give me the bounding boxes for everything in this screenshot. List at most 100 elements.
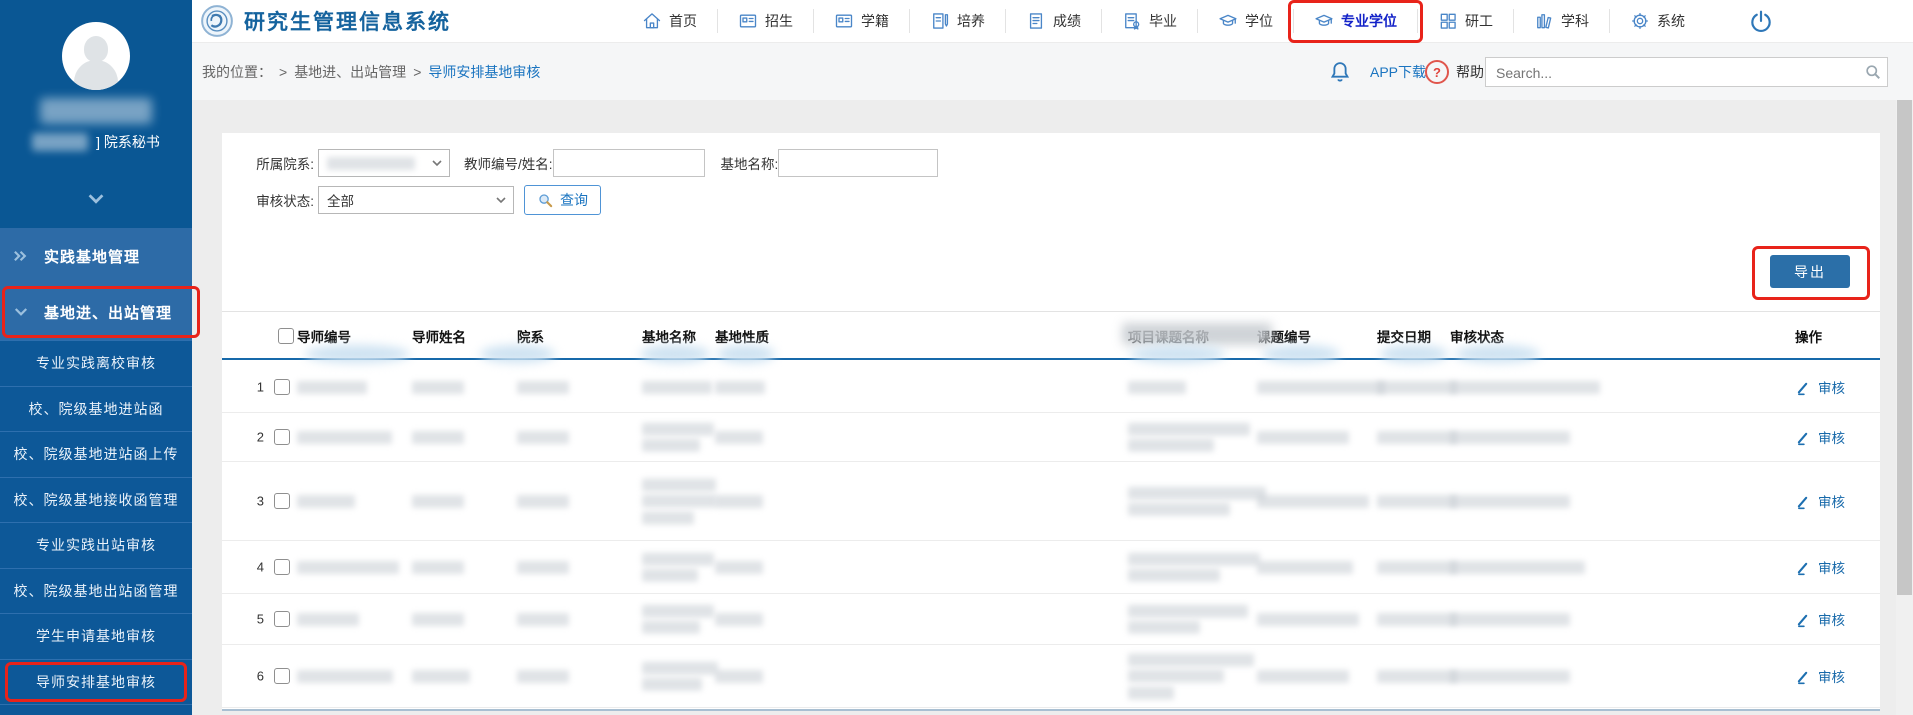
redacted-cell-jdmc [642,658,718,695]
redacted-text [715,670,763,683]
nav-item-成绩[interactable]: 成绩 [1005,9,1101,33]
redacted-text [1257,613,1359,626]
row-checkbox[interactable] [274,611,290,627]
nav-item-培养[interactable]: 培养 [909,9,1005,33]
nav-item-研工[interactable]: 研工 [1417,9,1513,33]
redacted-text [1377,613,1457,626]
select-all-cell [278,312,294,359]
pencil-icon [1795,429,1812,446]
nav-item-首页[interactable]: 首页 [622,9,717,33]
redacted-text [297,670,393,683]
redacted-text [1450,431,1570,444]
top-navigation: 首页招生 学籍培养成绩毕业学位专业学位研工学科 系统 [622,0,1705,42]
review-action-link[interactable]: 审核 [1795,377,1845,397]
nav-item-招生[interactable]: 招生 [717,9,813,33]
review-action-link[interactable]: 审核 [1795,557,1845,577]
nav-item-专业学位[interactable]: 专业学位 [1293,9,1417,33]
redacted-user-id [32,133,88,151]
logout-power-button[interactable] [1748,9,1774,35]
redaction-artifact [480,345,555,363]
content-area: 所属院系: 教师编号/姓名: 基地名称: 审核状态: 全部 [192,100,1913,715]
redacted-text [642,678,702,691]
sidebar-item-学生申请基地审核[interactable]: 学生申请基地审核 [0,613,192,659]
base-name-input[interactable] [778,149,938,177]
help-link[interactable]: ? 帮助 [1425,43,1484,101]
review-action-link[interactable]: 审核 [1795,491,1845,511]
redacted-text [517,670,569,683]
select-all-checkbox[interactable] [278,328,294,344]
nav-item-学位[interactable]: 学位 [1197,9,1293,33]
breadcrumb-separator: > [413,64,421,80]
sidebar-item-label: 学生申请基地审核 [36,626,156,646]
row-checkbox[interactable] [274,429,290,445]
review-action-link[interactable]: 审核 [1795,609,1845,629]
sidebar-item-专业实践出站审核[interactable]: 专业实践出站审核 [0,522,192,568]
redacted-text [517,431,569,444]
teacher-input[interactable] [553,149,705,177]
status-select[interactable]: 全部 [318,186,514,214]
review-action-label: 审核 [1818,491,1845,511]
query-button[interactable]: 查询 [524,185,601,215]
breadcrumb-bar: 我的位置： > 基地进、出站管理 > 导师安排基地审核 APP下载 ? 帮助 [192,42,1913,101]
search-icon[interactable] [1863,62,1883,82]
search-icon [537,192,554,209]
table-header-row: 导师编号导师姓名院系基地名称基地性质项目课题名称课题编号提交日期审核状态操作 [222,311,1880,360]
redacted-text [1450,613,1570,626]
base-filter-label: 基地名称: [721,153,779,173]
review-action-link[interactable]: 审核 [1795,666,1845,686]
sidebar-group-实践基地管理[interactable]: 实践基地管理 [0,228,192,284]
review-action-link[interactable]: 审核 [1795,427,1845,447]
row-checkbox[interactable] [274,559,290,575]
nav-item-毕业[interactable]: 毕业 [1101,9,1197,33]
bell-icon[interactable] [1327,59,1353,85]
cap-icon [1218,11,1238,31]
nav-item-学籍[interactable]: 学籍 [813,9,909,33]
breadcrumb-item[interactable]: 基地进、出站管理 [294,62,406,82]
nav-item-label: 系统 [1657,11,1685,31]
column-header-导师姓名: 导师姓名 [412,312,466,359]
search-input[interactable] [1494,58,1858,88]
redacted-cell-ktbh [1257,377,1385,397]
redacted-cell-bh [297,427,392,447]
status-select-value: 全部 [327,190,354,210]
sidebar-item-label: 专业实践出站审核 [36,535,156,555]
nav-item-label: 学籍 [861,11,889,31]
scrollbar-thumb[interactable] [1897,100,1912,595]
avatar[interactable] [62,22,130,90]
chevron-down-icon[interactable] [0,192,192,206]
app-download-link[interactable]: APP下载 [1370,43,1426,101]
export-button[interactable]: 导出 [1770,255,1850,288]
redacted-text [517,381,569,394]
redacted-text [1128,422,1250,435]
sidebar-item-新增企业导师[interactable]: 新增企业导师 [0,704,192,715]
row-checkbox[interactable] [274,668,290,684]
sidebar-item-校、院级基地接收函管理[interactable]: 校、院级基地接收函管理 [0,477,192,523]
redacted-text [412,561,464,574]
vertical-scrollbar[interactable] [1896,100,1913,715]
redacted-text [297,431,392,444]
sidebar-item-校、院级基地出站函管理[interactable]: 校、院级基地出站函管理 [0,568,192,614]
sidebar-item-导师安排基地审核[interactable]: 导师安排基地审核 [0,659,192,705]
redacted-text [1128,569,1220,582]
filter-row-1: 所属院系: 教师编号/姓名: 基地名称: [222,149,938,177]
main-area: 研究生管理信息系统 首页招生学籍培养成绩毕业学位专业学位研工学科系统 我的位置：… [192,0,1913,715]
redacted-cell-jdxz [715,609,763,629]
sidebar-item-校、院级基地进站函[interactable]: 校、院级基地进站函 [0,386,192,432]
redaction-artifact [1130,345,1225,363]
nav-item-系统[interactable]: 系统 [1609,9,1705,33]
card-icon [738,11,758,31]
row-checkbox[interactable] [274,493,290,509]
sidebar-group-基地进、出站管理[interactable]: 基地进、出站管理 [0,284,192,340]
doc-pen-icon [930,11,950,31]
row-checkbox[interactable] [274,379,290,395]
redacted-cell-tjrq [1377,609,1457,629]
sidebar-item-专业实践离校审核[interactable]: 专业实践离校审核 [0,340,192,386]
nav-item-学科[interactable]: 学科 [1513,9,1609,33]
redacted-cell-bh [297,377,367,397]
pencil-icon [1795,559,1812,576]
pencil-icon [1795,668,1812,685]
sidebar-item-校、院级基地进站函上传[interactable]: 校、院级基地进站函上传 [0,431,192,477]
graduate-management-system-app: ] 院系秘书 实践基地管理基地进、出站管理 专业实践离校审核校、院级基地进站函校… [0,0,1913,715]
redacted-cell-xm [412,377,464,397]
dept-select[interactable] [318,149,450,177]
